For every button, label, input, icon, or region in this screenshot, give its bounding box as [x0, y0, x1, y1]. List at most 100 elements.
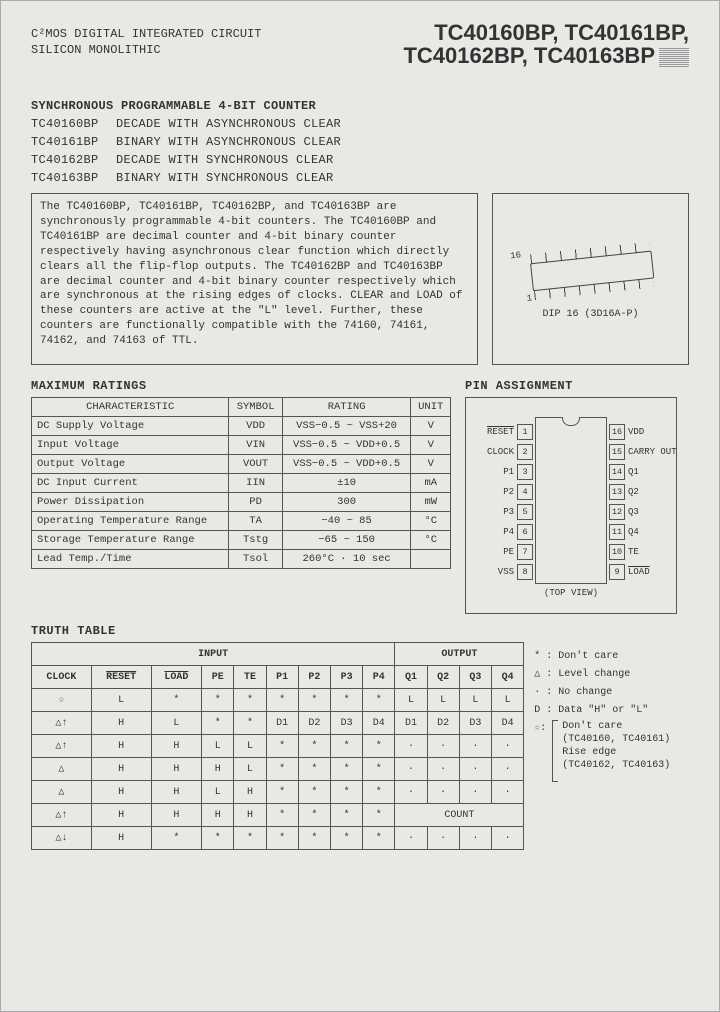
pin-number: 8 — [517, 564, 533, 580]
legend-star-a: Don't care — [562, 720, 670, 733]
max-ratings-header: MAXIMUM RATINGS — [31, 379, 451, 393]
table-row: Storage Temperature RangeTstg−65 ~ 150°C — [32, 531, 451, 550]
pin-number: 12 — [609, 504, 625, 520]
legend-star-b: Rise edge — [562, 746, 670, 759]
col-characteristic: CHARACTERISTIC — [32, 398, 229, 417]
table-row: Operating Temperature RangeTA−40 ~ 85°C — [32, 512, 451, 531]
chip-notch-icon — [562, 417, 580, 426]
pin-label: CLOCK — [487, 447, 514, 457]
header-stripe-icon — [659, 47, 689, 67]
pin-number: 5 — [517, 504, 533, 520]
table-group-row: INPUT OUTPUT — [32, 643, 524, 666]
pin-number: 16 — [609, 424, 625, 440]
table-row: △↑HL**D1D2D3D4D1D2D3D4 — [32, 712, 524, 735]
pin-assignment-block: PIN ASSIGNMENT RESET1 CLOCK2 P13 P24 P35… — [465, 375, 677, 614]
table-row: △↑HHHH****COUNT — [32, 804, 524, 827]
chip-outline-icon: RESET1 CLOCK2 P13 P24 P35 P46 PE7 VSS8 V… — [535, 417, 607, 584]
pin-label: VDD — [628, 427, 644, 437]
legend-star-a-parts: (TC40160, TC40161) — [562, 733, 670, 746]
variant-desc: BINARY WITH ASYNCHRONOUS CLEAR — [116, 133, 341, 151]
col-symbol: SYMBOL — [229, 398, 282, 417]
variant-desc: DECADE WITH ASYNCHRONOUS CLEAR — [116, 115, 341, 133]
pin-label: Q1 — [628, 467, 639, 477]
table-row: Lead Temp./TimeTsol260°C · 10 sec — [32, 550, 451, 569]
pin-label: P2 — [503, 487, 514, 497]
pin-number: 13 — [609, 484, 625, 500]
group-input: INPUT — [32, 643, 395, 666]
title-block: SYNCHRONOUS PROGRAMMABLE 4-BIT COUNTER T… — [31, 97, 689, 187]
legend-level-change: △ : Level change — [534, 666, 689, 684]
pin-label: Q4 — [628, 527, 639, 537]
pin-label: P3 — [503, 507, 514, 517]
legend-no-change: · : No change — [534, 684, 689, 702]
table-row: Power DissipationPD300mW — [32, 493, 451, 512]
pin-label: CARRY OUT — [628, 447, 677, 457]
pin-number: 4 — [517, 484, 533, 500]
table-row: △↑HHLL****···· — [32, 735, 524, 758]
table-header-row: CLOCK RESET LOAD PE TE P1 P2 P3 P4 Q1 Q2… — [32, 666, 524, 689]
table-row: ☆L*******LLLL — [32, 689, 524, 712]
table-row: △HHHL****···· — [32, 758, 524, 781]
pin-view-caption: (TOP VIEW) — [544, 588, 598, 598]
pin-number: 15 — [609, 444, 625, 460]
table-row: Input VoltageVINVSS−0.5 ~ VDD+0.5V — [32, 436, 451, 455]
pin-label: P4 — [503, 527, 514, 537]
col-unit: UNIT — [411, 398, 451, 417]
variant-desc: BINARY WITH SYNCHRONOUS CLEAR — [116, 169, 334, 187]
device-title: SYNCHRONOUS PROGRAMMABLE 4-BIT COUNTER — [31, 97, 689, 115]
table-row: △HHLH****···· — [32, 781, 524, 804]
table-row: DC Supply VoltageVDDVSS−0.5 ~ VSS+20V — [32, 417, 451, 436]
truth-table: INPUT OUTPUT CLOCK RESET LOAD PE TE P1 P… — [31, 642, 524, 850]
pin-assignment-header: PIN ASSIGNMENT — [465, 379, 677, 393]
pin-label: LOAD — [628, 567, 650, 577]
variant-pn: TC40161BP — [31, 133, 116, 151]
pin-number: 2 — [517, 444, 533, 460]
pin-number: 11 — [609, 524, 625, 540]
pin-number: 1 — [517, 424, 533, 440]
truth-table-row: INPUT OUTPUT CLOCK RESET LOAD PE TE P1 P… — [31, 642, 689, 850]
header-left: C²MOS DIGITAL INTEGRATED CIRCUIT SILICON… — [31, 21, 261, 58]
legend-star-symbol: ☆: — [534, 720, 552, 782]
table-row: Output VoltageVOUTVSS−0.5 ~ VDD+0.5V — [32, 455, 451, 474]
package-caption: DIP 16 (3D16A-P) — [542, 309, 638, 320]
description-row: The TC40160BP, TC40161BP, TC40162BP, and… — [31, 193, 689, 365]
variant-pn: TC40162BP — [31, 151, 116, 169]
pin-number: 3 — [517, 464, 533, 480]
group-output: OUTPUT — [395, 643, 524, 666]
header-subtitle-2: SILICON MONOLITHIC — [31, 43, 261, 59]
datasheet-page: C²MOS DIGITAL INTEGRATED CIRCUIT SILICON… — [0, 0, 720, 1012]
max-ratings-block: MAXIMUM RATINGS CHARACTERISTIC SYMBOL RA… — [31, 375, 451, 614]
pin-label: RESET — [487, 427, 514, 437]
truth-table-legend: * : Don't care △ : Level change · : No c… — [534, 642, 689, 850]
pin-label: VSS — [498, 567, 514, 577]
table-header-row: CHARACTERISTIC SYMBOL RATING UNIT — [32, 398, 451, 417]
variant-pn: TC40163BP — [31, 169, 116, 187]
legend-dont-care: * : Don't care — [534, 648, 689, 666]
header-parts-line1: TC40160BP, TC40161BP, — [403, 21, 689, 44]
pin-number: 14 — [609, 464, 625, 480]
pin-number: 7 — [517, 544, 533, 560]
truth-table-header: TRUTH TABLE — [31, 624, 689, 638]
pin-label: P1 — [503, 467, 514, 477]
dip-pin16-label: 16 — [509, 250, 521, 261]
pin-number: 9 — [609, 564, 625, 580]
max-ratings-table: CHARACTERISTIC SYMBOL RATING UNIT DC Sup… — [31, 397, 451, 569]
pin-number: 6 — [517, 524, 533, 540]
description-text: The TC40160BP, TC40161BP, TC40162BP, and… — [31, 193, 478, 365]
pin-label: TE — [628, 547, 639, 557]
pin-label: Q2 — [628, 487, 639, 497]
ratings-and-pinout-row: MAXIMUM RATINGS CHARACTERISTIC SYMBOL RA… — [31, 375, 689, 614]
pin-label: Q3 — [628, 507, 639, 517]
legend-star-b-parts: (TC40162, TC40163) — [562, 759, 670, 772]
variant-pn: TC40160BP — [31, 115, 116, 133]
table-row: DC Input CurrentIIN±10mA — [32, 474, 451, 493]
pin-diagram: RESET1 CLOCK2 P13 P24 P35 P46 PE7 VSS8 V… — [465, 397, 677, 614]
header-subtitle-1: C²MOS DIGITAL INTEGRATED CIRCUIT — [31, 27, 261, 43]
col-rating: RATING — [282, 398, 411, 417]
package-illustration: 16 1 DIP 16 (3D16A-P) — [492, 193, 689, 365]
variant-desc: DECADE WITH SYNCHRONOUS CLEAR — [116, 151, 334, 169]
page-header: C²MOS DIGITAL INTEGRATED CIRCUIT SILICON… — [31, 21, 689, 67]
header-part-numbers: TC40160BP, TC40161BP, TC40162BP, TC40163… — [403, 21, 689, 67]
table-row: △↓H*******···· — [32, 827, 524, 850]
dip-icon: 16 1 — [513, 231, 668, 306]
